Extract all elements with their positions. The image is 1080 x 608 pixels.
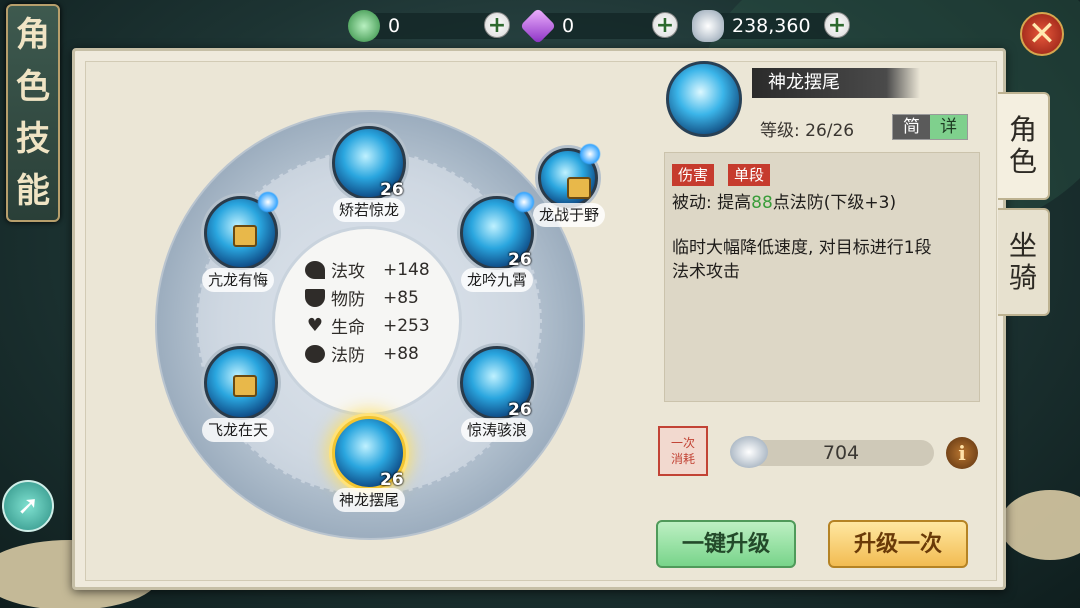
toggle-detail[interactable]: 详 (930, 115, 967, 139)
skill-description-line: 法术攻击 (672, 262, 740, 282)
tab-mount-label: 坐 骑 (1008, 229, 1037, 294)
upgrade-once-button[interactable]: 升级一次 (828, 520, 968, 568)
title-char: 色 (16, 67, 50, 107)
currency-jade-value: 0 (388, 15, 401, 37)
currency-silver: 238,360 + (692, 10, 850, 42)
jade-coin-icon (348, 10, 380, 42)
currency-gem: 0 + (519, 7, 678, 45)
purple-gem-icon (519, 7, 557, 45)
cost-stamp: 一次 消耗 (658, 426, 708, 476)
tab-mount[interactable]: 坐 骑 (998, 208, 1050, 316)
skill-node-kanglongyouhui[interactable] (204, 191, 279, 270)
magic-attack-icon (305, 260, 325, 279)
shield-icon (305, 288, 325, 307)
currency-silver-pill: 238,360 + (692, 10, 850, 42)
close-button[interactable]: ✕ (1020, 12, 1064, 56)
stat-label: 法防 (331, 346, 365, 366)
selected-skill-level: 等级: 26/26 (760, 121, 855, 141)
cloud-decoration-right (1000, 490, 1080, 560)
currency-jade-pill: 0 + (348, 10, 510, 42)
close-icon: ✕ (1027, 14, 1057, 54)
info-button[interactable]: i (946, 437, 978, 469)
magic-defense-icon (305, 344, 325, 363)
spark-icon (257, 191, 279, 213)
stat-value: +88 (383, 343, 419, 364)
currency-gem-pill: 0 + (519, 7, 678, 45)
selected-skill-icon (666, 61, 742, 137)
add-silver-button[interactable]: + (824, 12, 850, 38)
upgrade-all-button[interactable]: 一键升级 (656, 520, 796, 568)
skill-name: 神龙摆尾 (332, 488, 406, 512)
stat-label: 生命 (331, 318, 365, 338)
passive-prefix: 被动: 提高 (672, 193, 752, 213)
stat-value: +148 (383, 259, 430, 280)
skill-name: 龙战于野 (532, 203, 606, 227)
currency-gem-value: 0 (562, 15, 575, 37)
selected-skill-name: 神龙摆尾 (752, 68, 920, 98)
stat-row: 物防 +85 (305, 285, 419, 310)
passive-value: 88 (751, 193, 773, 213)
skill-level: 26 (508, 400, 532, 420)
add-gem-button[interactable]: + (652, 12, 678, 38)
skill-description-line: 临时大幅降低速度, 对目标进行1段 (672, 238, 932, 258)
tab-character-label: 角 色 (1008, 113, 1037, 178)
rocket-button[interactable]: ➚ (2, 480, 54, 532)
tab-character[interactable]: 角 色 (998, 92, 1050, 200)
currency-jade: 0 + (348, 10, 510, 42)
skill-level: 26 (380, 470, 404, 490)
tag-damage: 伤害 (672, 164, 715, 186)
skill-level: 26 (508, 250, 532, 270)
stat-row: 法攻 +148 (305, 257, 430, 282)
stat-row: 法防 +88 (305, 341, 419, 366)
stat-label: 法攻 (331, 262, 365, 282)
description-mode-toggle: 简 详 (892, 114, 968, 140)
skill-name: 惊涛骇浪 (460, 418, 534, 442)
add-jade-button[interactable]: + (484, 12, 510, 38)
stat-value: +85 (383, 287, 419, 308)
stat-row: ♥ 生命 +253 (305, 313, 430, 339)
stat-label: 物防 (331, 290, 365, 310)
skill-name: 亢龙有悔 (201, 268, 275, 292)
currency-silver-value: 238,360 (732, 15, 811, 37)
toggle-simple[interactable]: 简 (893, 115, 930, 139)
silver-ingot-icon (730, 436, 768, 468)
passive-suffix: 点法防(下级+3) (772, 193, 897, 213)
skill-name: 龙吟九霄 (460, 268, 534, 292)
rocket-icon: ➚ (17, 491, 39, 521)
upgrade-cost-value: 704 (748, 440, 934, 466)
stats-center-disc (272, 226, 462, 416)
skill-name: 飞龙在天 (201, 418, 275, 442)
skill-node-feilongzaitian[interactable] (204, 346, 278, 420)
passive-effect: 被动: 提高88点法防(下级+3) (672, 191, 896, 215)
title-char: 技 (16, 119, 50, 159)
heart-icon: ♥ (306, 314, 324, 336)
skill-name: 矫若惊龙 (332, 198, 406, 222)
skill-node-longzhanyuye[interactable] (538, 143, 601, 208)
spark-icon (513, 191, 535, 213)
title-char: 能 (16, 171, 50, 211)
skill-level: 26 (380, 180, 404, 200)
page-title-banner: 角 色 技 能 (6, 4, 60, 222)
tag-single-hit: 单段 (728, 164, 771, 186)
spark-icon (579, 143, 601, 165)
silver-ingot-icon (692, 10, 724, 42)
stat-value: +253 (383, 315, 430, 336)
title-char: 角 (16, 15, 50, 55)
